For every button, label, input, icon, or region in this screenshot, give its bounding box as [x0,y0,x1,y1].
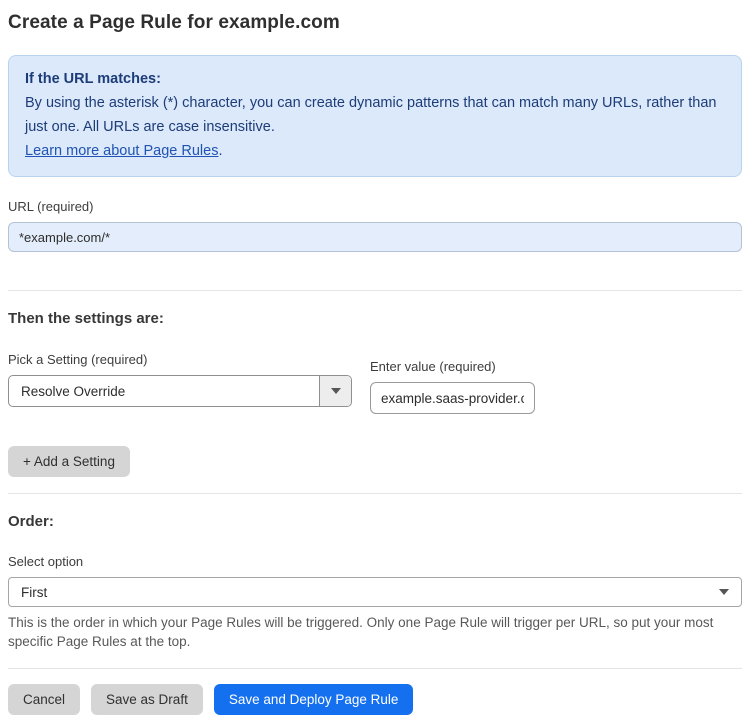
settings-section-heading: Then the settings are: [8,310,164,327]
info-box-heading: If the URL matches: [25,71,161,87]
cancel-button[interactable]: Cancel [8,684,81,715]
settings-row: Pick a Setting (required) Resolve Overri… [8,352,742,414]
info-box-body: By using the asterisk (*) character, you… [25,95,717,135]
save-and-deploy-button[interactable]: Save and Deploy Page Rule [213,684,414,715]
link-suffix: . [218,143,223,159]
enter-value-label: Enter value (required) [370,359,496,374]
pick-setting-selected-value: Resolve Override [21,383,126,399]
url-match-info-box: If the URL matches: By using the asteris… [8,55,742,177]
pick-setting-select[interactable]: Resolve Override [8,375,352,407]
pick-setting-arrow-segment[interactable] [319,376,351,406]
create-page-rule-panel: Create a Page Rule for example.com If th… [0,0,750,715]
order-selected-value: First [21,584,48,600]
chevron-down-icon [719,589,729,595]
save-as-draft-button[interactable]: Save as Draft [91,684,203,715]
order-section-heading: Order: [8,513,54,530]
order-help-text: This is the order in which your Page Rul… [8,615,714,649]
pick-setting-column: Pick a Setting (required) Resolve Overri… [8,352,370,414]
url-field-label: URL (required) [8,199,94,214]
enter-value-column: Enter value (required) [370,359,535,414]
chevron-down-icon [330,388,341,394]
learn-more-link[interactable]: Learn more about Page Rules [25,143,218,159]
page-title: Create a Page Rule for example.com [8,12,340,33]
url-input[interactable] [8,222,742,252]
info-box-link-line: Learn more about Page Rules. [25,139,725,163]
pick-setting-label: Pick a Setting (required) [8,352,148,367]
add-setting-button[interactable]: + Add a Setting [8,446,130,477]
form-actions: Cancel Save as Draft Save and Deploy Pag… [8,684,742,715]
url-field-section: URL (required) [8,199,742,252]
divider [8,668,742,669]
setting-value-input[interactable] [370,382,535,414]
order-select-label: Select option [8,554,84,569]
order-select[interactable]: First [8,577,742,607]
divider [8,290,742,291]
divider [8,493,742,494]
